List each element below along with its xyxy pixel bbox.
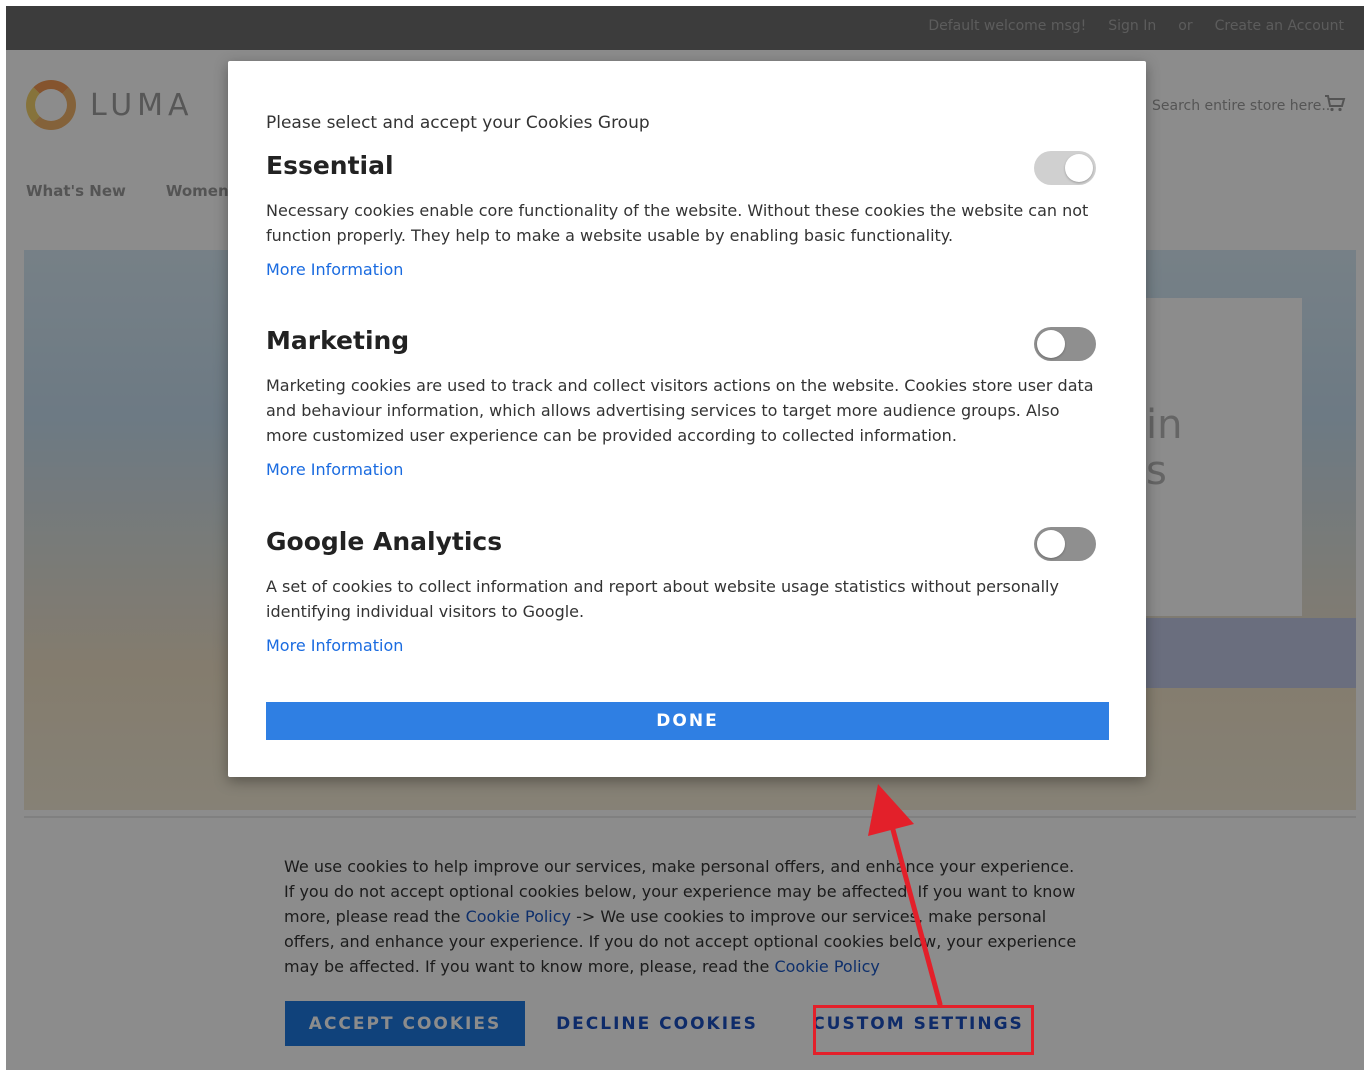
group-title: Marketing	[266, 326, 410, 355]
essential-toggle	[1034, 151, 1096, 185]
cookie-settings-modal: Please select and accept your Cookies Gr…	[228, 61, 1146, 777]
marketing-toggle[interactable]	[1034, 327, 1096, 361]
google-analytics-toggle[interactable]	[1034, 527, 1096, 561]
cookie-group-google-analytics: Google Analytics A set of cookies to col…	[266, 527, 1106, 655]
group-title: Essential	[266, 151, 394, 180]
toggle-knob	[1037, 330, 1065, 358]
cookie-group-marketing: Marketing Marketing cookies are used to …	[266, 326, 1106, 479]
group-title: Google Analytics	[266, 527, 503, 556]
group-description: Marketing cookies are used to track and …	[266, 376, 1094, 445]
toggle-knob	[1037, 530, 1065, 558]
more-information-link[interactable]: More Information	[266, 260, 403, 279]
toggle-knob	[1065, 154, 1093, 182]
more-information-link[interactable]: More Information	[266, 636, 403, 655]
modal-intro: Please select and accept your Cookies Gr…	[266, 113, 650, 133]
more-information-link[interactable]: More Information	[266, 460, 403, 479]
done-button[interactable]: DONE	[266, 702, 1109, 740]
cookie-group-essential: Essential Necessary cookies enable core …	[266, 151, 1106, 279]
group-description: A set of cookies to collect information …	[266, 577, 1059, 621]
group-description: Necessary cookies enable core functional…	[266, 201, 1089, 245]
